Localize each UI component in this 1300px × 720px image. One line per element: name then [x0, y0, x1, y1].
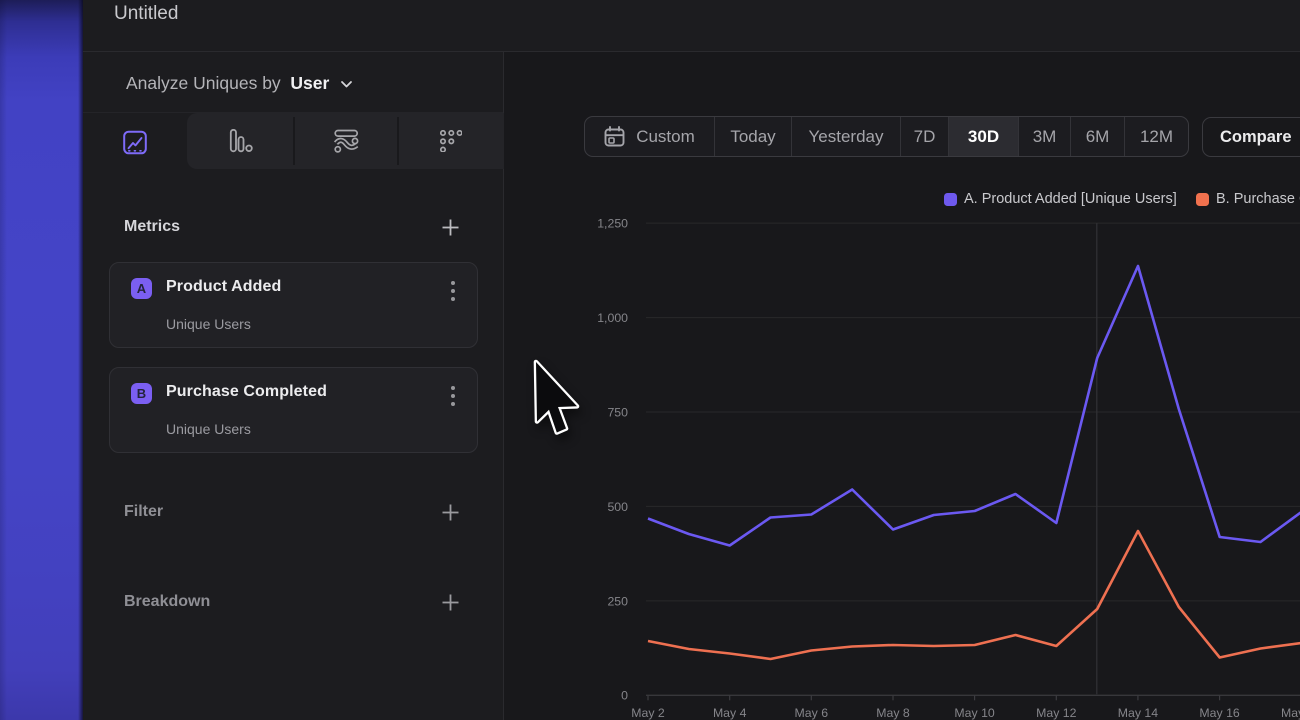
svg-text:May 10: May 10 [954, 706, 994, 720]
svg-text:May 8: May 8 [876, 706, 910, 720]
svg-text:May 2: May 2 [631, 706, 665, 720]
svg-text:May 6: May 6 [795, 706, 829, 720]
svg-text:250: 250 [607, 594, 628, 608]
svg-text:500: 500 [607, 500, 628, 514]
svg-text:750: 750 [607, 405, 628, 419]
svg-text:May 4: May 4 [713, 706, 747, 720]
svg-text:May 14: May 14 [1118, 706, 1158, 720]
svg-text:1,250: 1,250 [597, 217, 628, 231]
svg-text:May 12: May 12 [1036, 706, 1076, 720]
svg-text:0: 0 [621, 689, 628, 703]
svg-text:May 18: May 18 [1281, 706, 1300, 720]
svg-text:May 16: May 16 [1199, 706, 1239, 720]
svg-text:1,000: 1,000 [597, 311, 628, 325]
